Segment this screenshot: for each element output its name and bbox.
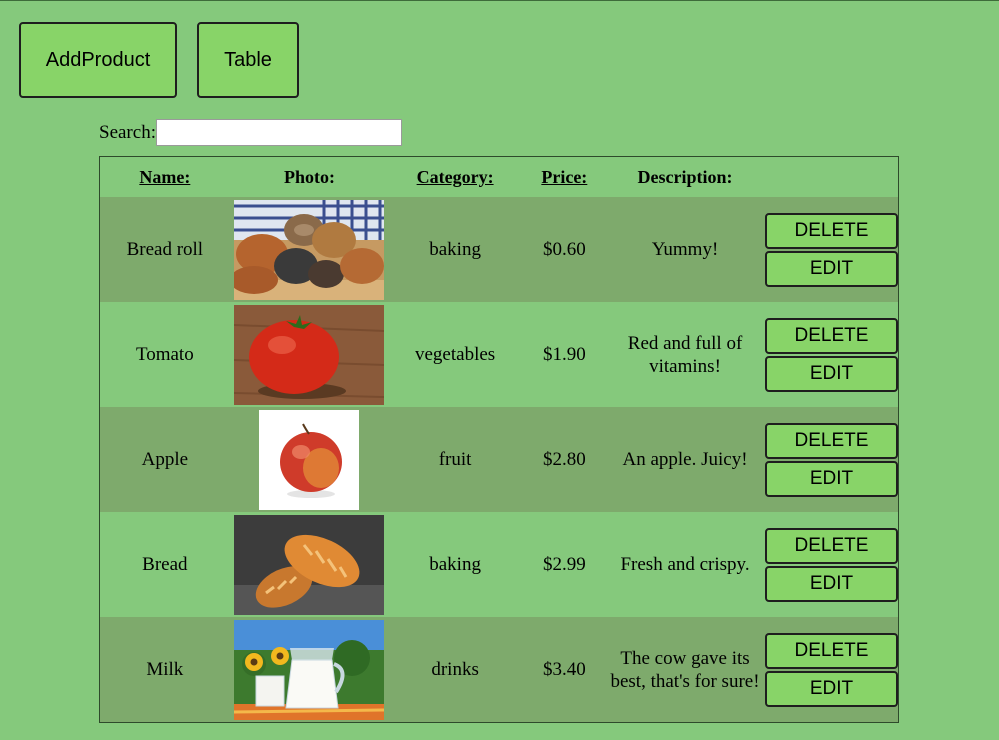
product-name: Apple [141, 448, 189, 470]
search-label: Search: [99, 121, 156, 143]
product-category: baking [429, 553, 481, 575]
header-name[interactable]: Name: [100, 167, 230, 188]
product-description: Yummy! [651, 239, 719, 260]
search-bar: Search: [99, 119, 402, 146]
product-name: Tomato [135, 343, 194, 365]
add-product-button[interactable]: AddProduct [19, 22, 177, 98]
milk-jug-photo [234, 619, 385, 720]
apple-photo [259, 409, 360, 510]
delete-button[interactable]: DELETE [764, 212, 898, 249]
header-photo: Photo: [283, 166, 335, 187]
search-input[interactable] [155, 119, 402, 146]
table-header-row: Name: Photo: Category: Price: Descriptio… [100, 157, 898, 197]
product-price: $2.99 [542, 553, 586, 575]
delete-button[interactable]: DELETE [764, 527, 898, 564]
table-row: Tomato vegetables $1.90 Red and full of … [100, 302, 898, 407]
edit-button[interactable]: EDIT [764, 670, 898, 707]
edit-button[interactable]: EDIT [764, 250, 898, 287]
product-category: drinks [431, 658, 479, 680]
header-category[interactable]: Category: [389, 167, 521, 188]
product-price: $1.90 [542, 343, 586, 365]
delete-button[interactable]: DELETE [764, 632, 898, 669]
header-description: Description: [637, 166, 733, 187]
bread-loaves-photo [234, 514, 385, 615]
products-table: Name: Photo: Category: Price: Descriptio… [99, 156, 899, 723]
edit-button[interactable]: EDIT [764, 565, 898, 602]
product-category: fruit [438, 448, 472, 470]
table-row: Bread baking $2.99 Fresh and crispy. DEL… [100, 512, 898, 617]
table-button[interactable]: Table [197, 22, 299, 98]
product-description: Fresh and crispy. [620, 554, 750, 575]
delete-button[interactable]: DELETE [764, 317, 898, 354]
bread-rolls-photo [234, 199, 385, 300]
product-description: An apple. Juicy! [622, 449, 748, 470]
edit-button[interactable]: EDIT [764, 460, 898, 497]
product-category: vegetables [415, 343, 496, 365]
tomato-photo [234, 304, 385, 405]
product-name: Milk [146, 658, 184, 680]
edit-button[interactable]: EDIT [764, 355, 898, 392]
product-category: baking [429, 238, 481, 260]
delete-button[interactable]: DELETE [764, 422, 898, 459]
product-description: The cow gave its best, that's for sure! [610, 647, 760, 692]
product-description: Red and full of vitamins! [627, 332, 743, 377]
product-price: $0.60 [542, 238, 586, 260]
product-price: $2.80 [542, 448, 586, 470]
table-row: Milk drinks $3.40 The cow gave its best,… [100, 617, 898, 722]
product-name: Bread roll [126, 238, 204, 260]
header-price[interactable]: Price: [521, 167, 608, 188]
table-row: Bread roll baking $0.60 Yummy! DELETE ED… [100, 197, 898, 302]
product-name: Bread [142, 553, 188, 575]
product-price: $3.40 [542, 658, 586, 680]
table-row: Apple fruit $2.80 An apple. Juicy! DELET… [100, 407, 898, 512]
